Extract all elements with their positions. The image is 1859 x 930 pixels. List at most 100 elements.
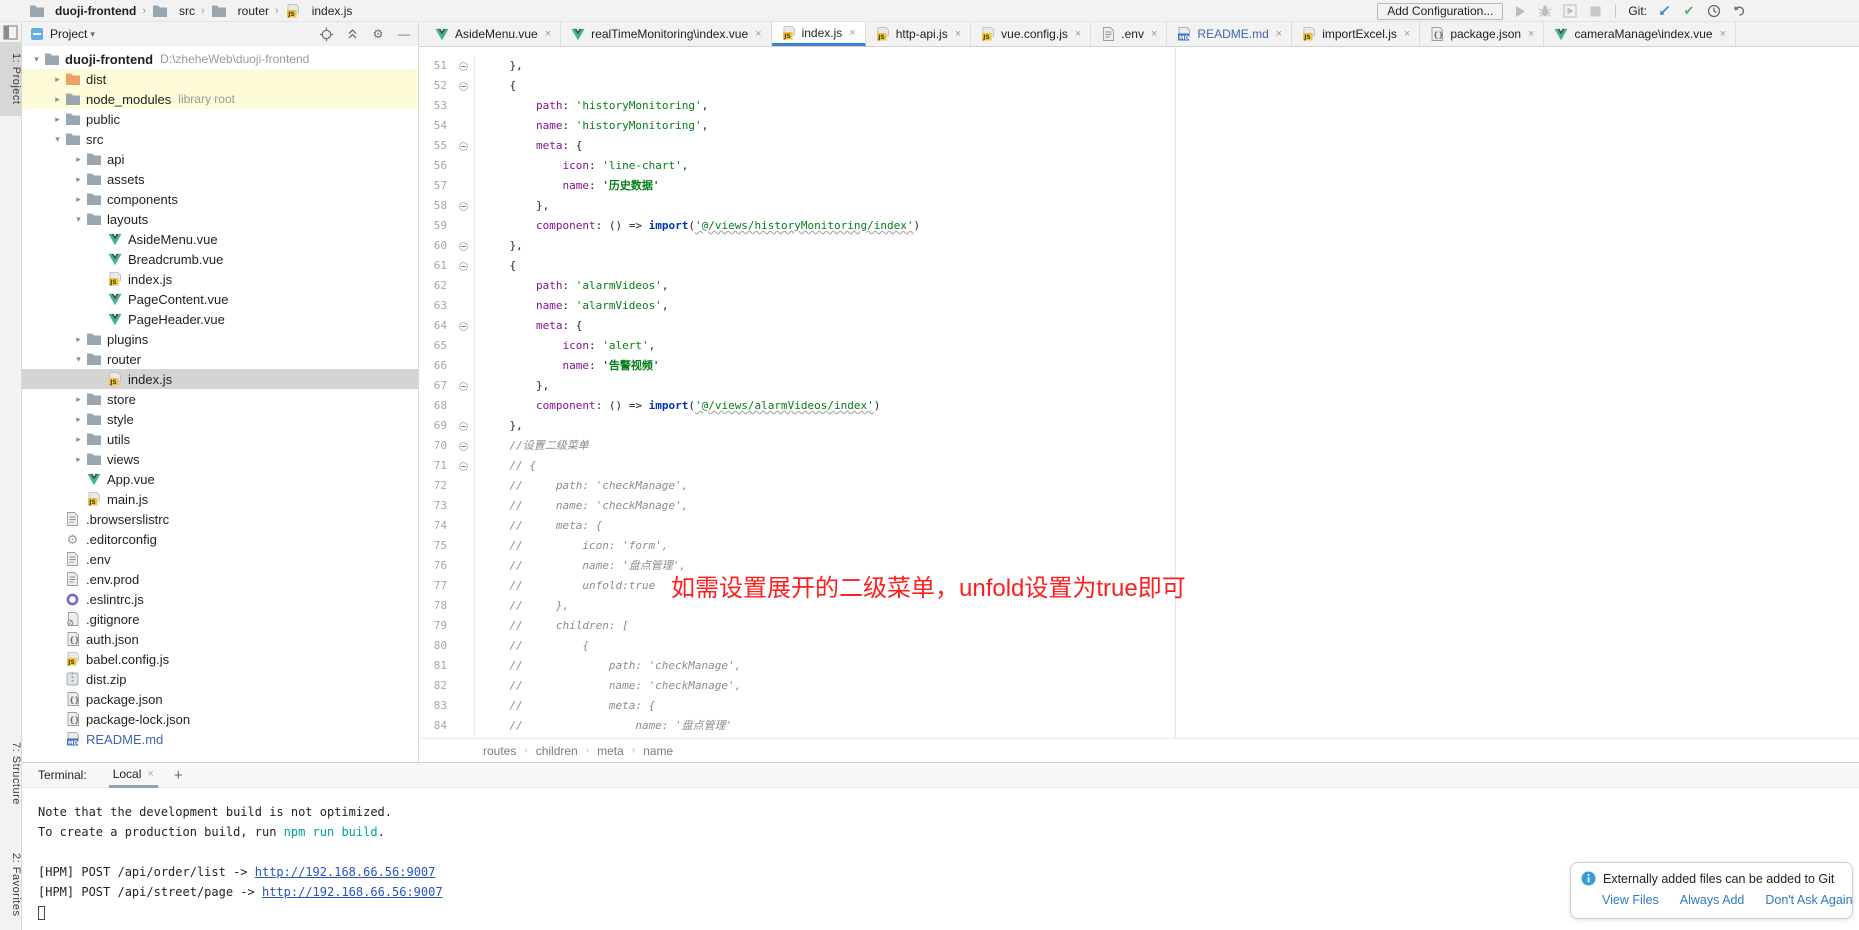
editor-tab[interactable]: realTimeMonitoring\index.vue× bbox=[561, 22, 771, 46]
chevron-right-icon[interactable]: ▸ bbox=[72, 334, 85, 345]
tree-row[interactable]: {}package.json bbox=[22, 689, 418, 709]
close-icon[interactable]: × bbox=[545, 28, 551, 40]
tree-row[interactable]: .eslintrc.js bbox=[22, 589, 418, 609]
line-number[interactable]: 76 bbox=[419, 556, 453, 576]
line-number[interactable]: 81 bbox=[419, 656, 453, 676]
tree-row[interactable]: dist.zip bbox=[22, 669, 418, 689]
line-number[interactable]: 80 bbox=[419, 636, 453, 656]
tree-row[interactable]: JSbabel.config.js bbox=[22, 649, 418, 669]
git-rollback-icon[interactable] bbox=[1731, 3, 1747, 19]
line-number[interactable]: 72 bbox=[419, 476, 453, 496]
editor-tab[interactable]: JSimportExcel.js× bbox=[1292, 22, 1420, 46]
fold-marker[interactable] bbox=[453, 416, 474, 436]
line-number[interactable]: 59 bbox=[419, 216, 453, 236]
tree-row[interactable]: ▸style bbox=[22, 409, 418, 429]
tree-row[interactable]: ▸api bbox=[22, 149, 418, 169]
editor-breadcrumb-item[interactable]: routes bbox=[483, 744, 516, 758]
tool-windows-icon[interactable] bbox=[3, 25, 18, 40]
notification-action-don-t-ask-again[interactable]: Don't Ask Again bbox=[1765, 893, 1852, 907]
tool-window-favorites-button[interactable]: 2: Favorites bbox=[0, 848, 22, 922]
chevron-right-icon[interactable]: ▸ bbox=[51, 94, 64, 105]
close-icon[interactable]: × bbox=[1151, 28, 1157, 40]
notification-action-view-files[interactable]: View Files bbox=[1602, 893, 1659, 907]
line-number[interactable]: 83 bbox=[419, 696, 453, 716]
tree-row[interactable]: ▸node_moduleslibrary root bbox=[22, 89, 418, 109]
chevron-right-icon[interactable]: ▸ bbox=[72, 174, 85, 185]
editor-tab[interactable]: JSvue.config.js× bbox=[971, 22, 1091, 46]
editor-tab[interactable]: JSindex.js× bbox=[772, 22, 866, 46]
collapse-all-icon[interactable] bbox=[344, 26, 360, 42]
close-icon[interactable]: × bbox=[755, 28, 761, 40]
editor-breadcrumb-item[interactable]: meta bbox=[597, 744, 624, 758]
chevron-down-icon[interactable]: ▾ bbox=[30, 54, 43, 65]
chevron-right-icon[interactable]: ▸ bbox=[72, 434, 85, 445]
line-number[interactable]: 65 bbox=[419, 336, 453, 356]
line-number[interactable]: 67 bbox=[419, 376, 453, 396]
tree-row[interactable]: ▸public bbox=[22, 109, 418, 129]
chevron-right-icon[interactable]: ▸ bbox=[72, 414, 85, 425]
tree-row[interactable]: .env bbox=[22, 549, 418, 569]
add-configuration-button[interactable]: Add Configuration... bbox=[1377, 3, 1503, 20]
breadcrumb-item[interactable]: router bbox=[211, 3, 269, 19]
terminal-link[interactable]: http://192.168.66.56:9007 bbox=[262, 885, 443, 899]
tree-row[interactable]: ▸utils bbox=[22, 429, 418, 449]
tree-row[interactable]: Breadcrumb.vue bbox=[22, 249, 418, 269]
tree-row[interactable]: PageHeader.vue bbox=[22, 309, 418, 329]
run-with-coverage-icon[interactable] bbox=[1562, 3, 1578, 19]
debug-icon[interactable] bbox=[1537, 3, 1553, 19]
tree-row[interactable]: .browserslistrc bbox=[22, 509, 418, 529]
editor-tab[interactable]: cameraManage\index.vue× bbox=[1544, 22, 1736, 46]
tree-row[interactable]: {}package-lock.json bbox=[22, 709, 418, 729]
git-history-icon[interactable] bbox=[1706, 3, 1722, 19]
fold-marker[interactable] bbox=[453, 236, 474, 256]
chevron-right-icon[interactable]: ▸ bbox=[72, 154, 85, 165]
editor-breadcrumb-item[interactable]: name bbox=[643, 744, 673, 758]
line-number[interactable]: 73 bbox=[419, 496, 453, 516]
line-number[interactable]: 71 bbox=[419, 456, 453, 476]
tree-row[interactable]: ▸plugins bbox=[22, 329, 418, 349]
tree-row[interactable]: JSmain.js bbox=[22, 489, 418, 509]
close-icon[interactable]: × bbox=[955, 28, 961, 40]
stop-icon[interactable] bbox=[1587, 3, 1603, 19]
fold-marker[interactable] bbox=[453, 256, 474, 276]
chevron-down-icon[interactable]: ▾ bbox=[51, 134, 64, 145]
settings-gear-icon[interactable]: ⚙ bbox=[370, 26, 386, 42]
breadcrumb-item[interactable]: JSindex.js bbox=[285, 3, 353, 19]
fold-marker[interactable] bbox=[453, 196, 474, 216]
fold-marker[interactable] bbox=[453, 316, 474, 336]
chevron-right-icon[interactable]: ▸ bbox=[72, 454, 85, 465]
chevron-right-icon[interactable]: ▸ bbox=[51, 114, 64, 125]
editor-tab[interactable]: MDREADME.md× bbox=[1167, 22, 1292, 46]
tree-row[interactable]: ▾layouts bbox=[22, 209, 418, 229]
tree-row[interactable]: {}auth.json bbox=[22, 629, 418, 649]
line-number[interactable]: 56 bbox=[419, 156, 453, 176]
tree-row[interactable]: ▾src bbox=[22, 129, 418, 149]
line-number[interactable]: 69 bbox=[419, 416, 453, 436]
tree-row[interactable]: ▸dist bbox=[22, 69, 418, 89]
line-number[interactable]: 58 bbox=[419, 196, 453, 216]
editor-tab[interactable]: .env× bbox=[1091, 22, 1167, 46]
terminal-tab-local[interactable]: Local × bbox=[109, 763, 158, 788]
tool-window-structure-button[interactable]: 7: Structure bbox=[0, 734, 22, 812]
line-number[interactable]: 55 bbox=[419, 136, 453, 156]
line-number[interactable]: 64 bbox=[419, 316, 453, 336]
fold-marker[interactable] bbox=[453, 136, 474, 156]
editor-tab[interactable]: JShttp-api.js× bbox=[866, 22, 971, 46]
tree-row[interactable]: MDREADME.md bbox=[22, 729, 418, 749]
line-number[interactable]: 79 bbox=[419, 616, 453, 636]
chevron-down-icon[interactable]: ▾ bbox=[90, 29, 95, 40]
tree-row[interactable]: ▾duoji-frontendD:\zheheWeb\duoji-fronten… bbox=[22, 49, 418, 69]
locate-file-icon[interactable] bbox=[318, 26, 334, 42]
close-icon[interactable]: × bbox=[1720, 28, 1726, 40]
line-number[interactable]: 75 bbox=[419, 536, 453, 556]
git-commit-icon[interactable]: ✔ bbox=[1681, 3, 1697, 19]
chevron-right-icon[interactable]: ▸ bbox=[72, 394, 85, 405]
hide-panel-icon[interactable]: — bbox=[396, 26, 412, 42]
line-number[interactable]: 70 bbox=[419, 436, 453, 456]
terminal-link[interactable]: http://192.168.66.56:9007 bbox=[255, 865, 436, 879]
line-number[interactable]: 60 bbox=[419, 236, 453, 256]
line-number[interactable]: 82 bbox=[419, 676, 453, 696]
line-number[interactable]: 84 bbox=[419, 716, 453, 736]
close-icon[interactable]: × bbox=[1528, 28, 1534, 40]
line-number[interactable]: 68 bbox=[419, 396, 453, 416]
